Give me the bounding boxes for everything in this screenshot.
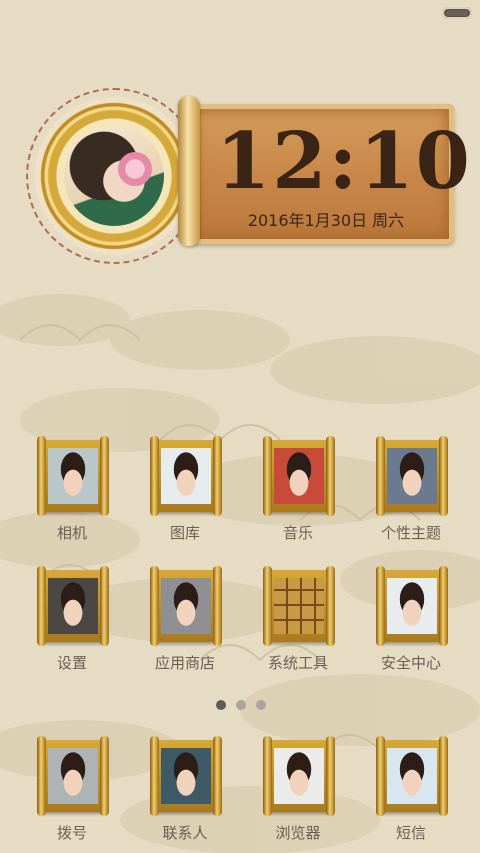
app-gallery[interactable]: 图库 bbox=[137, 436, 233, 550]
app-store[interactable]: 应用商店 bbox=[137, 566, 233, 680]
app-label: 浏览器 bbox=[275, 824, 321, 842]
theme-icon bbox=[376, 436, 448, 516]
app-label: 相机 bbox=[56, 524, 87, 542]
dock-contacts[interactable]: 联系人 bbox=[137, 736, 233, 850]
clock-widget[interactable]: 12:10 2016年1月30日 周六 bbox=[20, 88, 472, 264]
battery-icon bbox=[442, 7, 472, 19]
app-label: 音乐 bbox=[282, 524, 313, 542]
app-label: 安全中心 bbox=[380, 654, 441, 672]
app-label: 图库 bbox=[169, 524, 200, 542]
app-themes[interactable]: 个性主题 bbox=[363, 436, 459, 550]
dock-phone[interactable]: 拨号 bbox=[24, 736, 120, 850]
app-label: 应用商店 bbox=[154, 654, 215, 672]
app-label: 拨号 bbox=[56, 824, 87, 842]
phone-icon bbox=[37, 736, 109, 816]
camera-icon bbox=[37, 436, 109, 516]
app-label: 系统工具 bbox=[267, 654, 328, 672]
scroll-roller bbox=[178, 96, 200, 246]
app-label: 个性主题 bbox=[380, 524, 441, 542]
gallery-icon bbox=[150, 436, 222, 516]
clock-time: 12:10 bbox=[216, 116, 472, 207]
flower-ornament bbox=[118, 152, 152, 186]
page-dot-3[interactable] bbox=[256, 700, 266, 710]
clock-date: 2016年1月30日 周六 bbox=[247, 211, 405, 230]
dock-browser[interactable]: 浏览器 bbox=[250, 736, 346, 850]
app-settings[interactable]: 设置 bbox=[24, 566, 120, 680]
settings-icon bbox=[37, 566, 109, 646]
page-indicator[interactable] bbox=[214, 700, 268, 712]
app-music[interactable]: 音乐 bbox=[250, 436, 346, 550]
app-system-tools[interactable]: 系统工具 bbox=[250, 566, 346, 680]
page-dot-2[interactable] bbox=[236, 700, 246, 710]
app-store-icon bbox=[150, 566, 222, 646]
app-label: 短信 bbox=[395, 824, 426, 842]
messages-icon bbox=[376, 736, 448, 816]
app-camera[interactable]: 相机 bbox=[24, 436, 120, 550]
app-label: 联系人 bbox=[162, 824, 208, 842]
security-center-icon bbox=[376, 566, 448, 646]
page-dot-1[interactable] bbox=[216, 700, 226, 710]
app-security-center[interactable]: 安全中心 bbox=[363, 566, 459, 680]
dock-messages[interactable]: 短信 bbox=[363, 736, 459, 850]
contacts-icon bbox=[150, 736, 222, 816]
app-label: 设置 bbox=[56, 654, 87, 672]
music-icon bbox=[263, 436, 335, 516]
browser-icon bbox=[263, 736, 335, 816]
system-tools-icon bbox=[263, 566, 335, 646]
